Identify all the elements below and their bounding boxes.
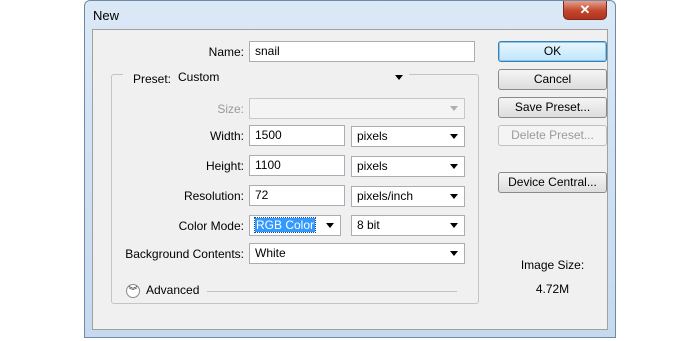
width-input[interactable]: 1500 bbox=[249, 125, 345, 146]
chevron-down-icon bbox=[395, 75, 403, 80]
device-central-button[interactable]: Device Central... bbox=[498, 172, 607, 193]
cancel-button[interactable]: Cancel bbox=[498, 69, 607, 90]
size-label: Size: bbox=[217, 102, 244, 116]
preset-label: Preset: bbox=[123, 72, 173, 86]
bit-depth-value: 8 bit bbox=[357, 218, 380, 232]
advanced-divider bbox=[207, 291, 457, 292]
preset-select[interactable]: Custom bbox=[173, 68, 409, 89]
delete-preset-button: Delete Preset... bbox=[498, 125, 607, 146]
width-label: Width: bbox=[209, 129, 244, 143]
ok-button[interactable]: OK bbox=[498, 41, 607, 62]
resolution-unit-select[interactable]: pixels/inch bbox=[351, 186, 465, 207]
image-size-value: 4.72M bbox=[535, 282, 570, 296]
chevron-down-icon bbox=[450, 106, 458, 111]
close-icon: ✕ bbox=[579, 2, 591, 17]
resolution-unit-value: pixels/inch bbox=[357, 189, 414, 203]
chevron-down-icon bbox=[450, 194, 458, 199]
resolution-input[interactable]: 72 bbox=[249, 185, 345, 206]
color-mode-select[interactable]: RGB Color bbox=[249, 215, 341, 236]
background-contents-select[interactable]: White bbox=[249, 243, 465, 264]
color-mode-value: RGB Color bbox=[253, 217, 317, 233]
dialog-body: Name: snail Preset: Custom Size: Width: … bbox=[92, 29, 608, 330]
chevron-down-icon bbox=[450, 223, 458, 228]
height-label: Height: bbox=[205, 159, 244, 173]
chevron-down-icon bbox=[450, 251, 458, 256]
background-contents-value: White bbox=[255, 246, 286, 260]
chevron-down-icon bbox=[450, 134, 458, 139]
resolution-label: Resolution: bbox=[183, 189, 244, 203]
new-document-dialog: New ✕ Name: snail Preset: Custom Size: W… bbox=[84, 0, 616, 338]
background-contents-label: Background Contents: bbox=[125, 247, 244, 261]
close-button[interactable]: ✕ bbox=[563, 1, 607, 20]
width-unit-value: pixels bbox=[357, 129, 388, 143]
chevron-down-icon bbox=[326, 223, 334, 228]
size-select bbox=[249, 98, 465, 119]
name-input[interactable]: snail bbox=[249, 41, 475, 62]
double-chevron-down-icon: ︾ bbox=[128, 286, 138, 296]
title-bar[interactable]: New ✕ bbox=[85, 1, 615, 29]
image-size-label: Image Size: bbox=[520, 258, 585, 272]
height-unit-value: pixels bbox=[357, 159, 388, 173]
window-title: New bbox=[93, 8, 120, 23]
chevron-down-icon bbox=[450, 164, 458, 169]
advanced-label: Advanced bbox=[146, 283, 200, 297]
width-unit-select[interactable]: pixels bbox=[351, 126, 465, 147]
height-input[interactable]: 1100 bbox=[249, 155, 345, 176]
height-unit-select[interactable]: pixels bbox=[351, 156, 465, 177]
name-label: Name: bbox=[208, 45, 244, 59]
save-preset-button[interactable]: Save Preset... bbox=[498, 97, 607, 118]
advanced-toggle[interactable]: ︾ bbox=[126, 284, 140, 298]
preset-value: Custom bbox=[178, 70, 220, 84]
color-mode-label: Color Mode: bbox=[178, 219, 244, 233]
bit-depth-select[interactable]: 8 bit bbox=[351, 215, 465, 236]
